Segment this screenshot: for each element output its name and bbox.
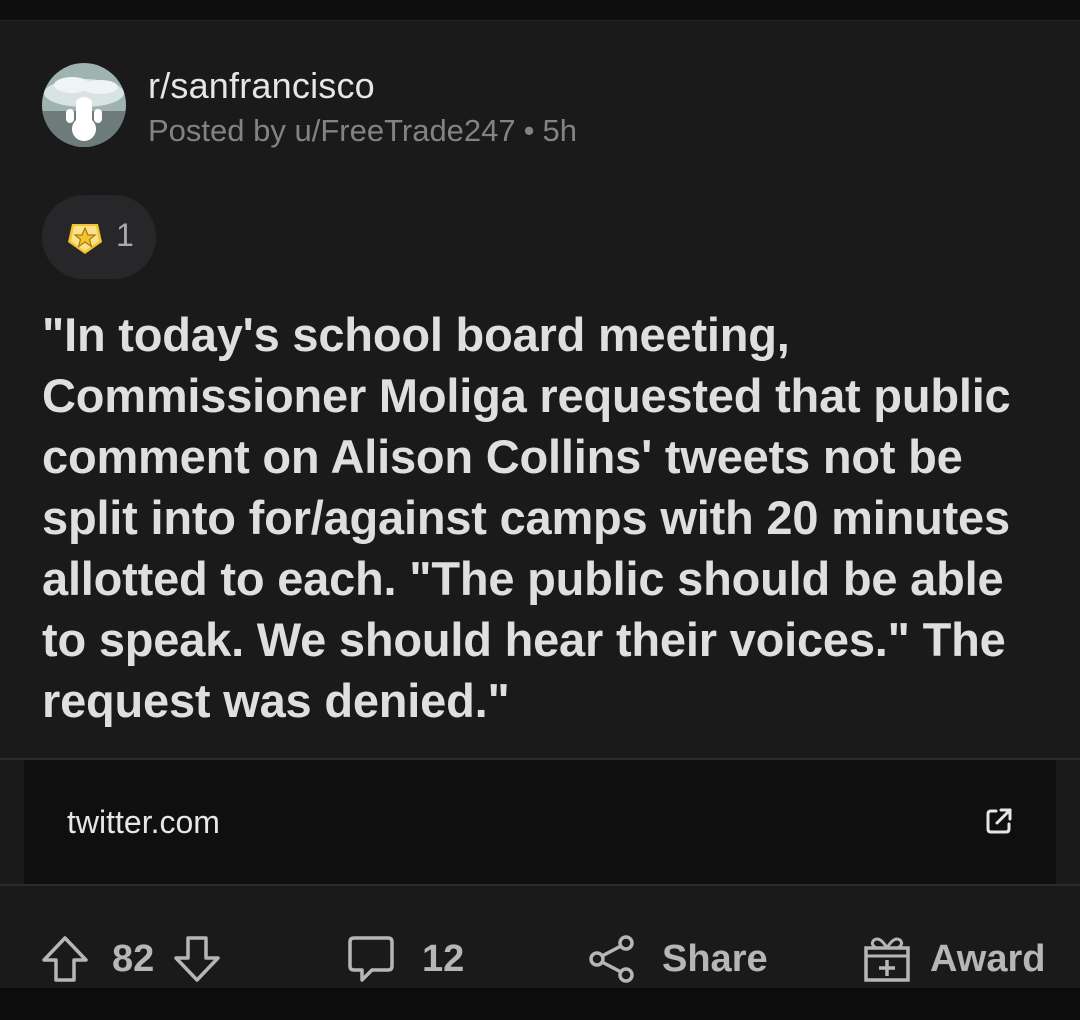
subreddit-avatar-icon[interactable] — [42, 63, 126, 147]
posted-by-label: Posted by — [148, 113, 286, 148]
post-age: 5h — [542, 113, 577, 148]
award-pill[interactable] — [42, 195, 156, 279]
link-preview[interactable]: twitter.com — [0, 758, 1080, 886]
comment-bubble-icon — [348, 936, 394, 982]
comment-count: 12 — [422, 937, 465, 980]
share-icon — [589, 935, 634, 983]
downvote-arrow-icon[interactable] — [172, 934, 222, 984]
link-domain[interactable]: twitter.com — [67, 804, 220, 841]
subreddit-name[interactable]: r/sanfrancisco — [148, 65, 375, 107]
post-card[interactable]: r/sanfrancisco Posted by u/FreeTrade247 •… — [0, 21, 1080, 988]
post-header: r/sanfrancisco Posted by u/FreeTrade247 •… — [42, 63, 1042, 153]
award-label: Award — [930, 937, 1046, 980]
award-count: 1 — [116, 217, 134, 253]
top-bar — [0, 0, 1080, 21]
link-preview-inner: twitter.com — [24, 760, 1056, 884]
author-link[interactable]: u/FreeTrade247 — [295, 113, 516, 148]
upvote-arrow-icon[interactable] — [40, 934, 90, 984]
external-link-icon[interactable] — [984, 806, 1014, 836]
gift-award-icon — [864, 937, 910, 982]
vote-score: 82 — [112, 937, 155, 980]
post-meta: Posted by u/FreeTrade247 • 5h — [148, 113, 577, 149]
post-title[interactable]: "In today's school board meeting, Commis… — [42, 304, 1042, 731]
gold-star-award-icon — [68, 224, 102, 254]
share-label: Share — [662, 937, 768, 980]
meta-separator: • — [523, 113, 535, 148]
bottom-strip — [0, 988, 1080, 1020]
